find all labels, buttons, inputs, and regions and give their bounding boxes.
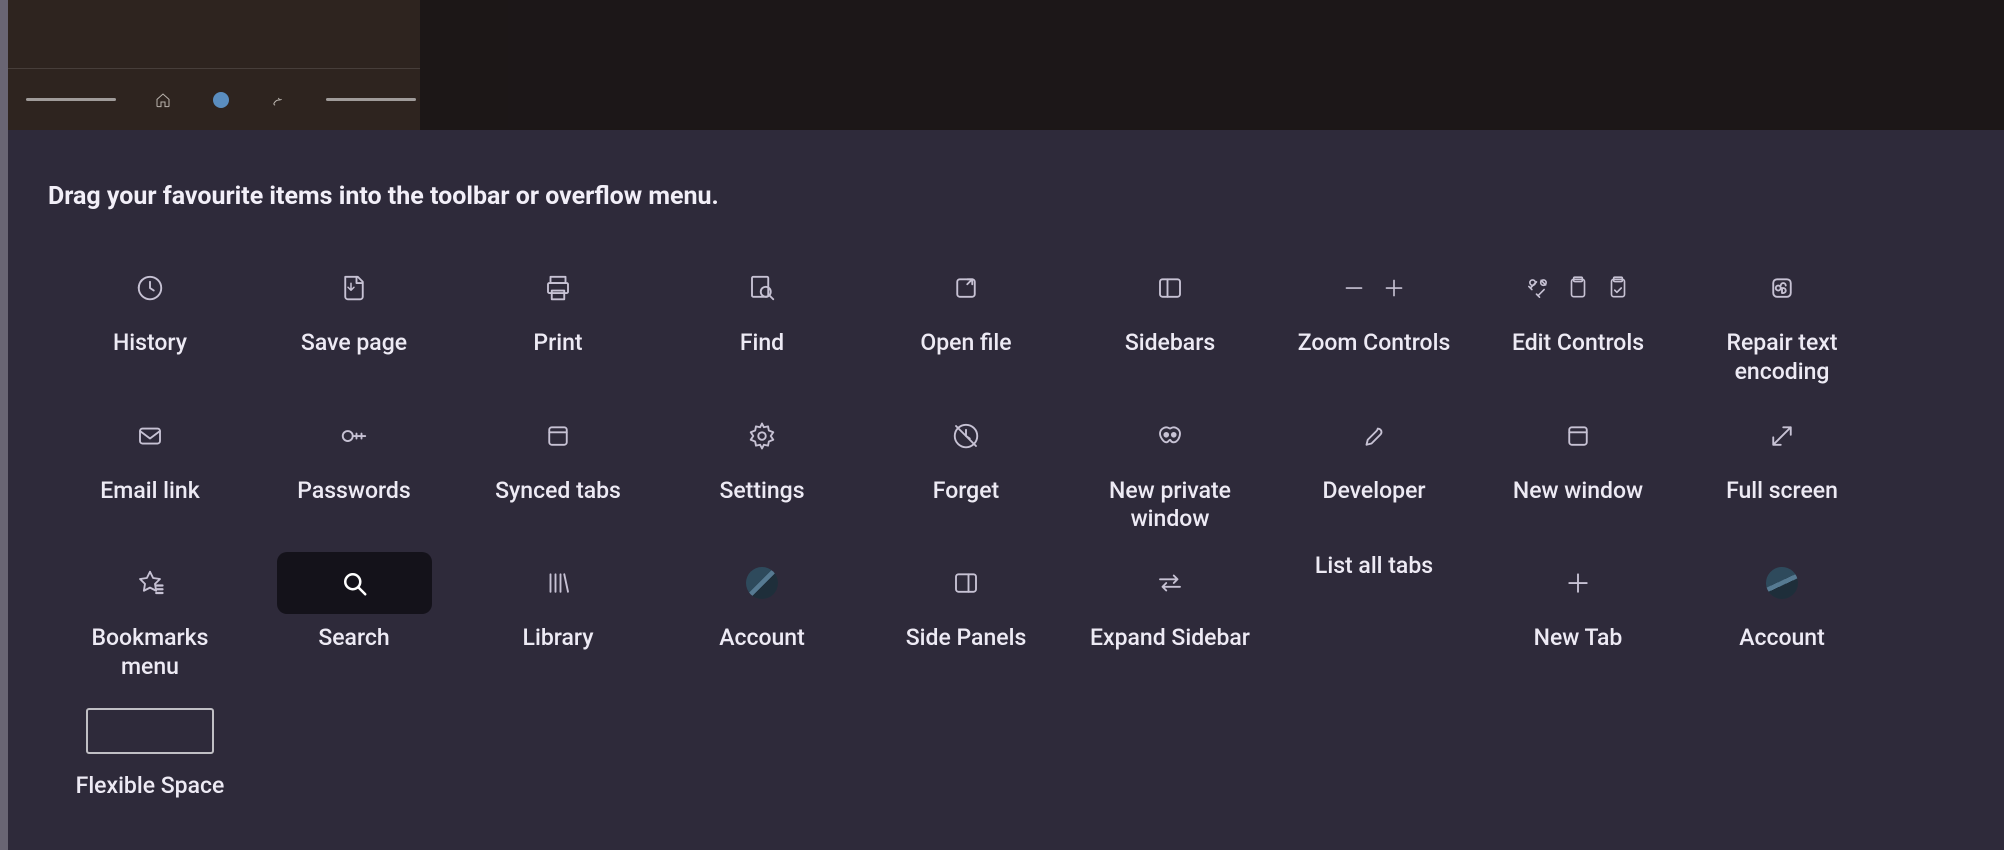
- find-icon: [685, 257, 840, 319]
- save-page-icon: [277, 257, 432, 319]
- item-label: Account: [1739, 624, 1825, 653]
- connection-icon[interactable]: [268, 89, 290, 111]
- new-window-icon: [1501, 405, 1656, 467]
- item-label: Side Panels: [906, 624, 1027, 653]
- toolbar-overlay: [420, 0, 2004, 130]
- item-label: Edit Controls: [1512, 329, 1644, 358]
- item-account-2[interactable]: Account: [1680, 552, 1884, 653]
- synced-tabs-icon: [481, 405, 636, 467]
- item-label: Developer: [1322, 477, 1425, 506]
- item-label: New Tab: [1534, 624, 1623, 653]
- history-icon: [73, 257, 228, 319]
- flexible-space-icon: [73, 700, 228, 762]
- item-developer[interactable]: Developer: [1272, 405, 1476, 506]
- item-list-all-tabs[interactable]: List all tabs: [1272, 552, 1476, 581]
- item-find[interactable]: Find: [660, 257, 864, 358]
- email-link-icon: [73, 405, 228, 467]
- item-account[interactable]: Account: [660, 552, 864, 653]
- passwords-icon: [277, 405, 432, 467]
- item-new-window[interactable]: New window: [1476, 405, 1680, 506]
- toolbar-flex-space[interactable]: [326, 98, 416, 101]
- item-history[interactable]: History: [48, 257, 252, 358]
- developer-icon: [1297, 405, 1452, 467]
- toolbar-flex-space[interactable]: [26, 98, 116, 101]
- item-print[interactable]: Print: [456, 257, 660, 358]
- item-flexible-space[interactable]: Flexible Space: [48, 700, 252, 801]
- item-label: Expand Sidebar: [1090, 624, 1250, 653]
- item-label: Email link: [100, 477, 199, 506]
- item-save-page[interactable]: Save page: [252, 257, 456, 358]
- expand-sidebar-icon: [1093, 552, 1248, 614]
- new-private-window-icon: [1093, 405, 1248, 467]
- item-label: Print: [533, 329, 582, 358]
- bookmarks-menu-icon: [73, 552, 228, 614]
- existing-toolbar[interactable]: [8, 0, 420, 130]
- item-new-private-window[interactable]: New private window: [1068, 405, 1272, 535]
- side-panels-icon: [889, 552, 1044, 614]
- search-icon: [277, 552, 432, 614]
- item-email-link[interactable]: Email link: [48, 405, 252, 506]
- item-new-tab[interactable]: New Tab: [1476, 552, 1680, 653]
- forget-icon: [889, 405, 1044, 467]
- item-label: Account: [719, 624, 805, 653]
- edit-controls-icon: [1501, 257, 1656, 319]
- panel-heading: Drag your favourite items into the toolb…: [48, 182, 1964, 211]
- item-synced-tabs[interactable]: Synced tabs: [456, 405, 660, 506]
- item-search[interactable]: Search: [252, 552, 456, 653]
- globe-icon[interactable]: [210, 89, 232, 111]
- item-label: List all tabs: [1315, 552, 1433, 581]
- full-screen-icon: [1705, 405, 1860, 467]
- item-side-panels[interactable]: Side Panels: [864, 552, 1068, 653]
- item-label: New private window: [1085, 477, 1255, 535]
- toolbar-row: [8, 68, 420, 130]
- item-label: Zoom Controls: [1298, 329, 1451, 358]
- item-sidebars[interactable]: Sidebars: [1068, 257, 1272, 358]
- zoom-controls-icon: [1297, 257, 1452, 319]
- item-label: Repair text encoding: [1697, 329, 1867, 387]
- item-zoom-controls[interactable]: Zoom Controls: [1272, 257, 1476, 358]
- item-expand-sidebar[interactable]: Expand Sidebar: [1068, 552, 1272, 653]
- item-label: Flexible Space: [76, 772, 225, 801]
- account-avatar-icon: [1705, 552, 1860, 614]
- item-label: Library: [523, 624, 594, 653]
- item-label: Save page: [301, 329, 407, 358]
- items-grid: History Save page Print Find Open file: [48, 257, 1964, 800]
- item-edit-controls[interactable]: Edit Controls: [1476, 257, 1680, 358]
- item-label: Open file: [920, 329, 1011, 358]
- item-label: Full screen: [1726, 477, 1838, 506]
- customize-panel: Drag your favourite items into the toolb…: [8, 130, 2004, 850]
- item-label: History: [113, 329, 187, 358]
- item-label: Find: [740, 329, 784, 358]
- sidebars-icon: [1093, 257, 1248, 319]
- item-bookmarks-menu[interactable]: Bookmarks menu: [48, 552, 252, 682]
- account-avatar-icon: [685, 552, 840, 614]
- item-repair-text-encoding[interactable]: Repair text encoding: [1680, 257, 1884, 387]
- repair-text-encoding-icon: [1705, 257, 1860, 319]
- item-label: Settings: [719, 477, 804, 506]
- item-library[interactable]: Library: [456, 552, 660, 653]
- item-label: New window: [1513, 477, 1643, 506]
- home-icon[interactable]: [152, 89, 174, 111]
- item-full-screen[interactable]: Full screen: [1680, 405, 1884, 506]
- item-label: Search: [318, 624, 389, 653]
- item-label: Sidebars: [1125, 329, 1215, 358]
- item-forget[interactable]: Forget: [864, 405, 1068, 506]
- window-edge: [0, 0, 8, 850]
- item-label: Passwords: [297, 477, 410, 506]
- item-label: Forget: [933, 477, 999, 506]
- item-label: Synced tabs: [495, 477, 621, 506]
- settings-icon: [685, 405, 840, 467]
- item-label: Bookmarks menu: [65, 624, 235, 682]
- new-tab-icon: [1501, 552, 1656, 614]
- print-icon: [481, 257, 636, 319]
- item-passwords[interactable]: Passwords: [252, 405, 456, 506]
- item-open-file[interactable]: Open file: [864, 257, 1068, 358]
- library-icon: [481, 552, 636, 614]
- open-file-icon: [889, 257, 1044, 319]
- item-settings[interactable]: Settings: [660, 405, 864, 506]
